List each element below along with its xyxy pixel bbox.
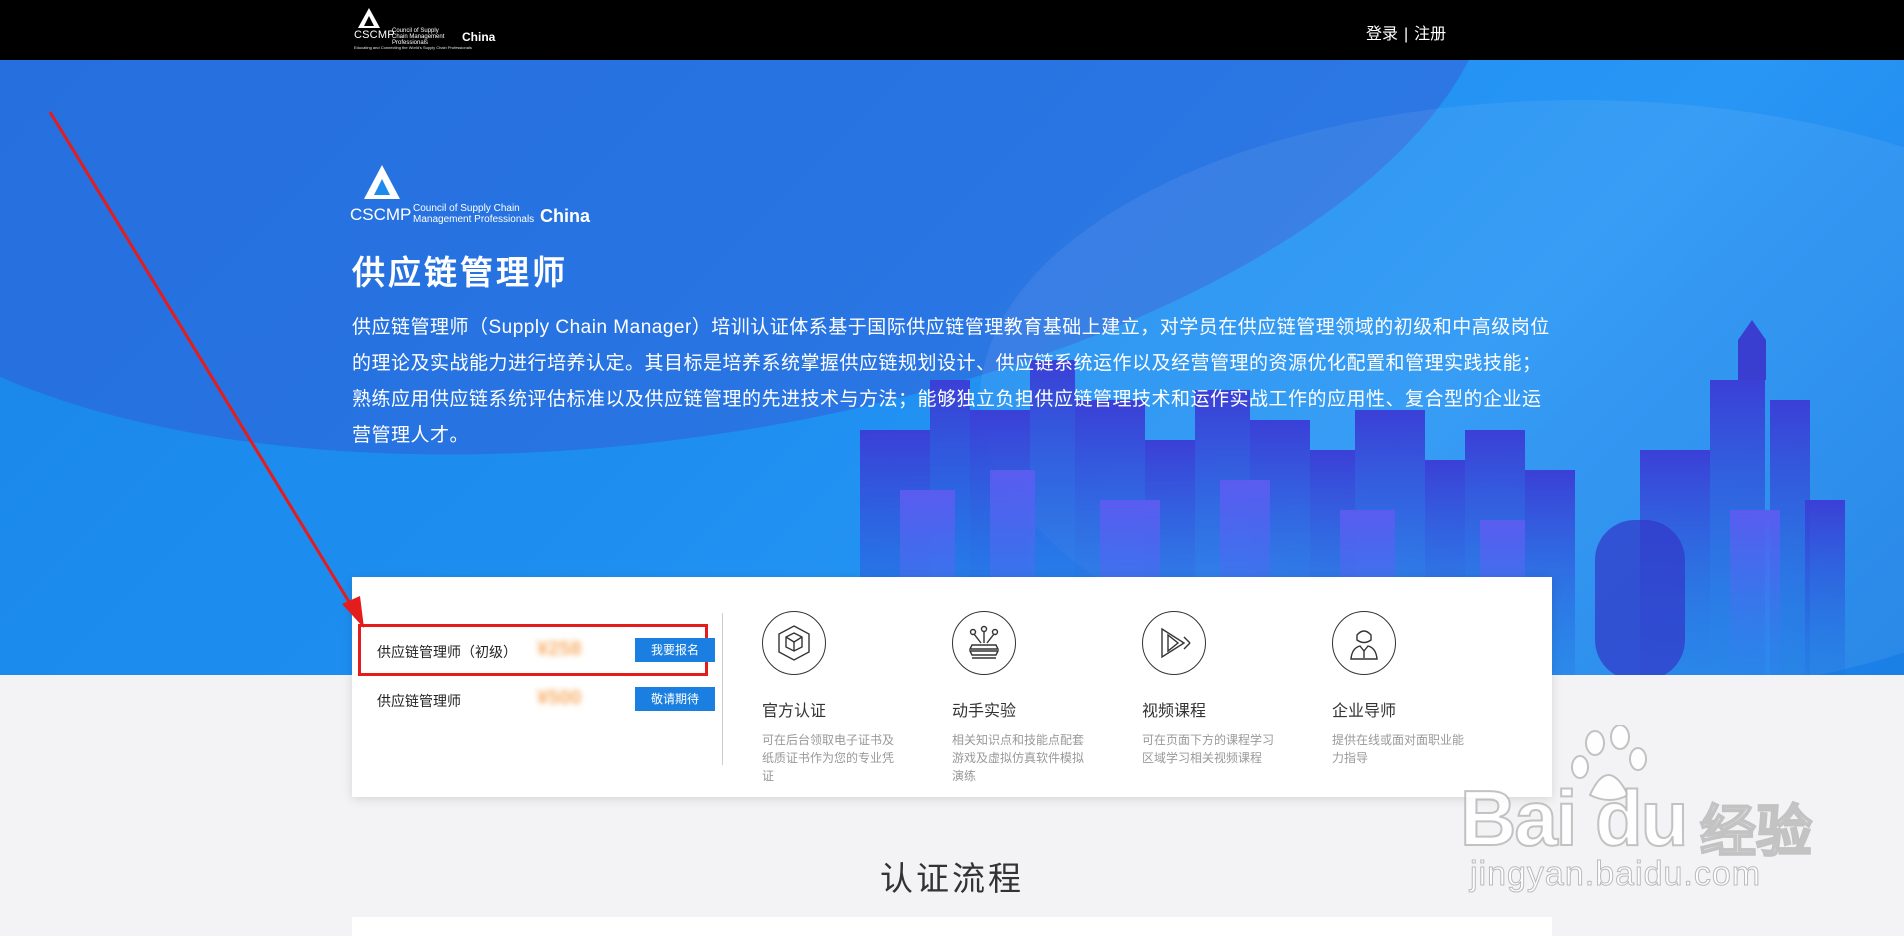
process-tabs-strip bbox=[352, 917, 1552, 936]
logo-region: China bbox=[462, 30, 496, 44]
feature-desc: 相关知识点和技能点配套游戏及虚拟仿真软件模拟演练 bbox=[952, 733, 1085, 783]
feature-desc: 提供在线或面对面职业能力指导 bbox=[1332, 733, 1465, 765]
hero-logo-council-line2: Management Professionals bbox=[413, 214, 535, 225]
course-name: 供应链管理师（初级） bbox=[377, 644, 517, 660]
logo-triangle-icon bbox=[358, 8, 380, 28]
top-nav-bar: CSCMP Council of Supply Chain Management… bbox=[0, 0, 1904, 60]
hero-logo-abbr: CSCMP bbox=[350, 205, 412, 224]
enroll-button[interactable]: 我要报名 bbox=[635, 638, 715, 662]
course-price: ¥500 bbox=[537, 687, 582, 709]
cscmp-logo[interactable]: CSCMP Council of Supply Chain Management… bbox=[352, 6, 496, 54]
logo-motto: Educating and Connecting the World's Sup… bbox=[354, 45, 472, 50]
register-link[interactable]: 注册 bbox=[1414, 26, 1446, 43]
feature-title: 官方认证 bbox=[762, 703, 827, 720]
logo-abbr: CSCMP bbox=[354, 29, 395, 41]
feature-title: 企业导师 bbox=[1332, 703, 1397, 720]
feature-desc: 可在页面下方的课程学习区域学习相关视频课程 bbox=[1142, 733, 1275, 765]
page-title: 供应链管理师 bbox=[352, 254, 568, 291]
course-name: 供应链管理师 bbox=[377, 693, 461, 709]
feature-official-cert: 官方认证 可在后台领取电子证书及纸质证书作为您的专业凭证 bbox=[762, 611, 912, 785]
auth-separator: | bbox=[1404, 26, 1409, 43]
experiment-network-icon bbox=[952, 611, 1016, 675]
feature-video-course: 视频课程 可在页面下方的课程学习区域学习相关视频课程 bbox=[1142, 611, 1292, 767]
course-row: 供应链管理师（初级） ¥258 我要报名 bbox=[377, 636, 717, 666]
feature-title: 视频课程 bbox=[1142, 703, 1207, 720]
coming-soon-button[interactable]: 敬请期待 bbox=[635, 687, 715, 711]
course-price: ¥258 bbox=[537, 638, 582, 660]
course-card: 供应链管理师（初级） ¥258 我要报名 供应链管理师 ¥500 敬请期待 官方… bbox=[352, 577, 1552, 797]
auth-links: 登录 | 注册 bbox=[1366, 20, 1446, 44]
hero-logo-council: Council of Supply Chain Management Profe… bbox=[413, 203, 553, 225]
hero-logo-region: China bbox=[540, 206, 591, 226]
feature-desc: 可在后台领取电子证书及纸质证书作为您的专业凭证 bbox=[762, 733, 895, 783]
mentor-person-icon bbox=[1332, 611, 1396, 675]
login-link[interactable]: 登录 bbox=[1366, 26, 1398, 43]
hero-description: 供应链管理师（Supply Chain Manager）培训认证体系基于国际供应… bbox=[352, 317, 1550, 446]
hero-logo-council-line1: Council of Supply Chain bbox=[413, 203, 520, 214]
feature-title: 动手实验 bbox=[952, 703, 1017, 720]
hero-cscmp-logo: CSCMP Council of Supply Chain Management… bbox=[350, 165, 590, 227]
logo-council-text: Council of Supply Chain Management Profe… bbox=[392, 28, 445, 46]
card-divider bbox=[722, 613, 723, 765]
cube-certificate-icon bbox=[762, 611, 826, 675]
watermark-url: jingyan.baidu.com bbox=[1469, 855, 1762, 894]
baidu-watermark: Bai du 经验 jingyan.baidu.com bbox=[1459, 725, 1900, 895]
hero-logo-triangle-icon bbox=[364, 165, 400, 199]
watermark-brand: Bai du bbox=[1459, 773, 1689, 863]
video-play-icon bbox=[1142, 611, 1206, 675]
course-row: 供应链管理师 ¥500 敬请期待 bbox=[377, 685, 717, 715]
feature-hands-on: 动手实验 相关知识点和技能点配套游戏及虚拟仿真软件模拟演练 bbox=[952, 611, 1102, 785]
